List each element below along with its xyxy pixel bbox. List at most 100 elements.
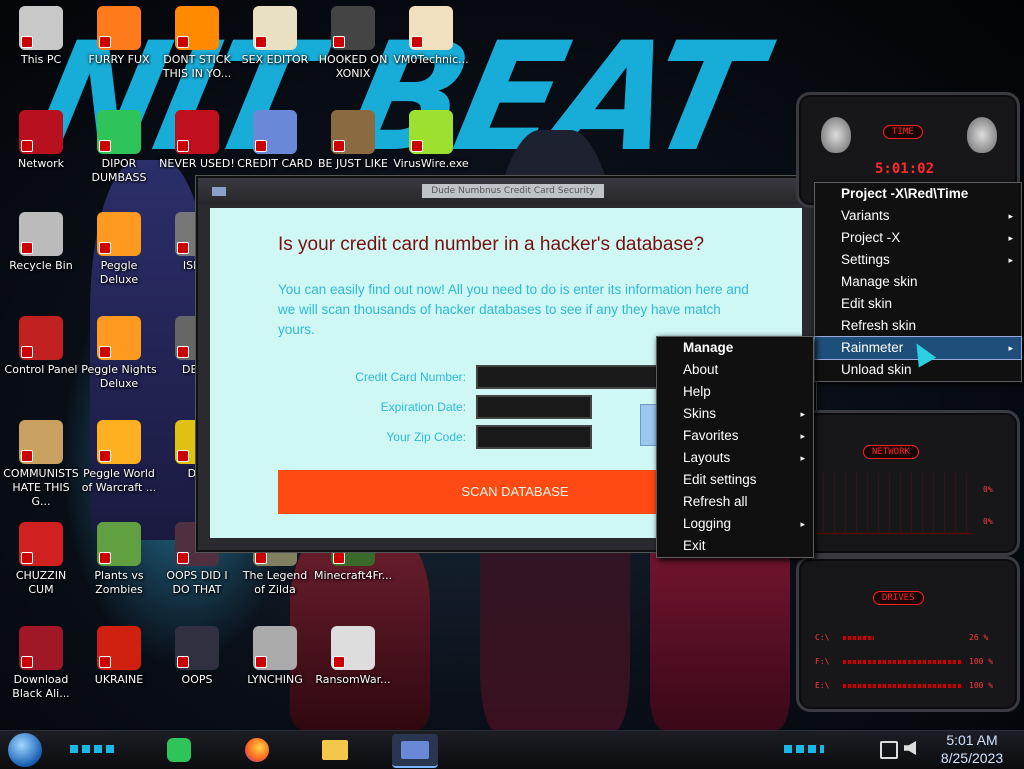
desktop-icon[interactable]: Plants vs Zombies: [80, 522, 158, 597]
desktop-icon-label: CHUZZIN CUM: [15, 569, 67, 596]
desktop-icon[interactable]: Peggle Deluxe: [80, 212, 158, 287]
desktop-icon[interactable]: Control Panel: [2, 316, 80, 377]
money-bag-icon: [19, 420, 63, 464]
desktop-icon-label: This PC: [20, 53, 62, 66]
skin-menu-item[interactable]: Refresh skin: [815, 315, 1021, 337]
manage-menu-item[interactable]: Edit settings: [657, 469, 813, 491]
menu-item-label: Variants: [841, 208, 890, 223]
desktop-icon[interactable]: NEVER USED!: [158, 110, 236, 171]
skin-menu-item[interactable]: Manage skin: [815, 271, 1021, 293]
vlc-cone-icon: [175, 6, 219, 50]
desktop-icon-label: LYNCHING: [247, 673, 303, 686]
submenu-arrow-icon: ▸: [1008, 255, 1013, 265]
desktop-icon[interactable]: CHUZZIN CUM: [2, 522, 80, 597]
firefox-icon: [245, 738, 269, 762]
drive-usage-percent: 100 %: [969, 681, 994, 690]
desktop-icon[interactable]: CREDIT CARD: [236, 110, 314, 171]
recycle-bin-icon: [19, 212, 63, 256]
manage-menu-item[interactable]: Exit: [657, 535, 813, 557]
shortcut-arrow-icon: [333, 656, 345, 668]
shortcut-arrow-icon: [21, 140, 33, 152]
skin-menu-item[interactable]: Project -X\Red\Time: [815, 183, 1021, 205]
manage-menu-item[interactable]: Manage: [657, 337, 813, 359]
taskbar-decor-left: [70, 745, 114, 753]
shortcut-arrow-icon: [99, 36, 111, 48]
noose-icon: [253, 626, 297, 670]
expiration-label: Expiration Date:: [380, 400, 466, 414]
desktop-icon[interactable]: SEX EDITOR: [236, 6, 314, 67]
submenu-arrow-icon: ▸: [1008, 233, 1013, 243]
desktop-icon[interactable]: FURRY FUX: [80, 6, 158, 67]
desktop-icon-label: SEX EDITOR: [241, 53, 309, 66]
window-titlebar[interactable]: Dude Numbnus Credit Card Security: [198, 178, 814, 204]
drive-name: E:\: [815, 681, 830, 690]
manage-menu-item[interactable]: Layouts ▸: [657, 447, 813, 469]
menu-item-label: Project -X: [841, 230, 901, 245]
desktop-icon[interactable]: VirusWire.exe: [392, 110, 470, 171]
network-tray-icon[interactable]: [880, 741, 898, 759]
taskbar-clock[interactable]: 5:01 AM 8/25/2023: [928, 731, 1016, 767]
desktop-icon-label: Plants vs Zombies: [94, 569, 144, 596]
desktop-icon[interactable]: Download Black Ali...: [2, 626, 80, 701]
drives-label: DRIVES: [873, 591, 924, 605]
shortcut-arrow-icon: [177, 36, 189, 48]
start-orb-button[interactable]: [8, 733, 42, 767]
taskbar-firefox[interactable]: [240, 734, 274, 766]
desktop-icon[interactable]: Network: [2, 110, 80, 171]
desktop-icon-label: NEVER USED!: [159, 157, 235, 170]
manage-menu-item[interactable]: Refresh all: [657, 491, 813, 513]
santa-icon: [331, 110, 375, 154]
network-up-value: 0%: [983, 485, 993, 494]
taskbar-file-explorer[interactable]: [318, 734, 352, 766]
menu-item-label: Manage skin: [841, 274, 918, 289]
manage-menu-item[interactable]: Logging ▸: [657, 513, 813, 535]
desktop-icon[interactable]: UKRAINE: [80, 626, 158, 687]
rainmeter-drives-panel[interactable]: DRIVES C:\ 26 % F:\ 100 % E:\ 100 %: [796, 556, 1020, 712]
desktop-icon[interactable]: Peggle Nights Deluxe: [80, 316, 158, 391]
submenu-arrow-icon: ▸: [800, 453, 805, 463]
drive-usage-percent: 26 %: [969, 633, 989, 642]
desktop-icon-label: Peggle Deluxe: [99, 259, 139, 286]
manage-menu-item[interactable]: About: [657, 359, 813, 381]
desktop-icon[interactable]: HOOKED ON XONIX: [314, 6, 392, 81]
desktop-icon[interactable]: DONT STICK THIS IN YO...: [158, 6, 236, 81]
desktop-icon[interactable]: COMMUNISTS HATE THIS G...: [2, 420, 80, 509]
desktop-icon[interactable]: RansomWar...: [314, 626, 392, 687]
submenu-arrow-icon: ▸: [800, 409, 805, 419]
skin-menu-item[interactable]: Project -X ▸: [815, 227, 1021, 249]
rainmeter-network-panel[interactable]: NETWORK 0% 0%: [796, 410, 1020, 556]
skin-menu-item[interactable]: Settings ▸: [815, 249, 1021, 271]
manage-menu-item[interactable]: Favorites ▸: [657, 425, 813, 447]
page-description: You can easily find out now! All you nee…: [278, 282, 749, 337]
desktop-icon[interactable]: LYNCHING: [236, 626, 314, 687]
skin-menu-item[interactable]: Variants ▸: [815, 205, 1021, 227]
skin-menu-item[interactable]: Edit skin: [815, 293, 1021, 315]
desktop-icon[interactable]: OOPS: [158, 626, 236, 687]
submenu-arrow-icon: ▸: [800, 431, 805, 441]
desktop-icon-label: HOOKED ON XONIX: [318, 53, 388, 80]
submenu-arrow-icon: ▸: [1008, 211, 1013, 221]
hxd-editor-icon: [253, 6, 297, 50]
desktop-icon[interactable]: This PC: [2, 6, 80, 67]
shortcut-arrow-icon: [255, 656, 267, 668]
desktop-icon[interactable]: BE JUST LIKE: [314, 110, 392, 171]
menu-item-label: Project -X\Red\Time: [841, 186, 969, 201]
taskbar-credit-card-app[interactable]: [392, 734, 438, 768]
screen-shield-icon: [175, 626, 219, 670]
desktop-icon[interactable]: DIPOR DUMBASS: [80, 110, 158, 185]
taskbar-chat-app[interactable]: [162, 734, 196, 766]
menu-item-label: Logging: [683, 516, 732, 531]
zip-input[interactable]: [476, 425, 592, 449]
shortcut-arrow-icon: [177, 242, 189, 254]
expiration-input[interactable]: [476, 395, 592, 419]
manage-menu-item[interactable]: Skins ▸: [657, 403, 813, 425]
desktop-icon[interactable]: Recycle Bin: [2, 212, 80, 273]
shortcut-arrow-icon: [333, 140, 345, 152]
desktop-icon[interactable]: Peggle World of Warcraft ...: [80, 420, 158, 495]
desktop-icon[interactable]: VM0Technic...: [392, 6, 470, 67]
desktop-icon-label: Control Panel: [4, 363, 78, 376]
taskbar-decor-right: [784, 745, 824, 753]
manage-menu-item[interactable]: Help: [657, 381, 813, 403]
green-chat-icon: [167, 738, 191, 762]
volume-tray-icon[interactable]: [904, 741, 916, 755]
